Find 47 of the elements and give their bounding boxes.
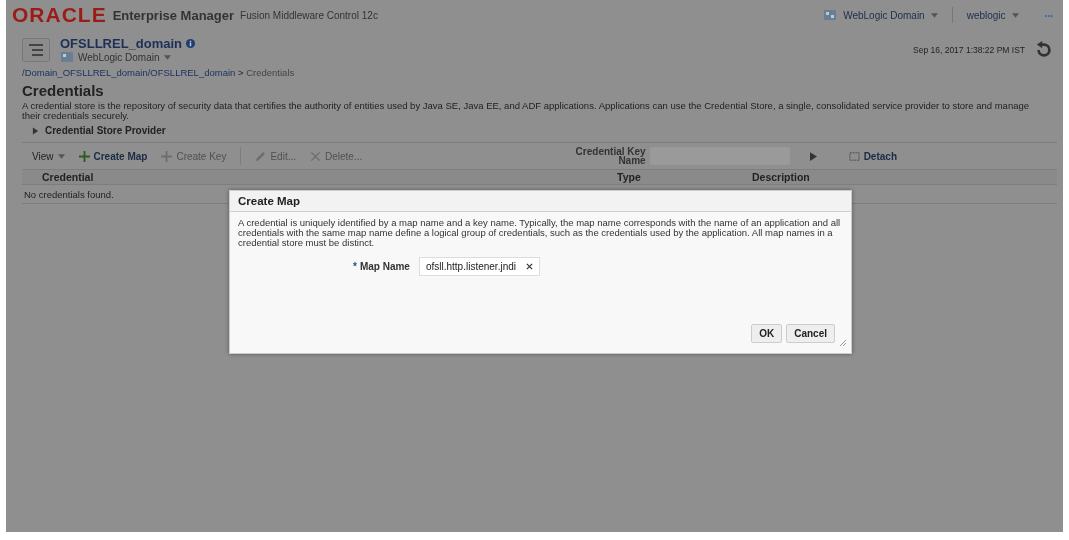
clear-icon[interactable] — [526, 263, 533, 270]
cross-icon — [310, 150, 321, 162]
domain-menu[interactable]: WebLogic Domain — [843, 9, 925, 21]
timestamp: Sep 16, 2017 1:38:22 PM IST — [913, 44, 1025, 55]
expand-icon — [32, 126, 39, 135]
target-type-menu[interactable]: WebLogic Domain — [78, 51, 160, 63]
target-name: OFSLLREL_domain — [60, 36, 183, 51]
section-toggle[interactable]: Credential Store Provider — [32, 125, 1063, 136]
plus-icon — [78, 150, 90, 162]
domain-icon — [60, 51, 74, 63]
column-header[interactable]: Type — [617, 170, 752, 184]
oracle-logo: ORACLE — [12, 3, 107, 27]
dialog-button[interactable]: Cancel — [786, 324, 835, 343]
caret-icon[interactable] — [57, 153, 65, 159]
refresh-icon[interactable] — [1035, 40, 1053, 59]
caret-icon[interactable] — [1011, 12, 1019, 18]
field-label: Map Name — [359, 261, 410, 272]
caret-icon[interactable] — [930, 12, 938, 18]
detach-button[interactable]: Detach — [848, 150, 897, 162]
product-subtitle: Fusion Middleware Control 12c — [240, 9, 378, 21]
page-title: Credentials — [22, 82, 105, 99]
breadcrumb-current: Credentials — [246, 67, 295, 78]
menu-icon[interactable] — [22, 37, 50, 62]
dialog-text: A credential is uniquely identified by a map name and a key name. Typically, the map name corresponds with the name of an application and all credentials with the same map name define a logical group of credentials, such as the credentials used by the application. All map names in a credential store must be distinct. — [238, 218, 842, 248]
empty-table-text: No credentials found. — [24, 188, 114, 200]
breadcrumb-link[interactable]: /Domain_OFSLLREL_domain/OFSLLREL_domain — [22, 67, 236, 78]
column-header[interactable]: Description — [752, 170, 1057, 184]
user-menu[interactable]: weblogic — [966, 9, 1006, 21]
dialog-title: Create Map — [230, 191, 851, 212]
required-mark: * — [353, 261, 357, 272]
plus-icon — [161, 150, 173, 162]
page-description: A credential store is the repository of security data that certifies the authority of entities used by Java SE, Java EE, and ADF applications. Applications can use the Credential Store, a single, consolidated service provider to store and manage their credentials securely. — [22, 101, 1031, 121]
product-name: Enterprise Manager — [112, 7, 235, 23]
domain-icon — [823, 9, 838, 21]
view-menu[interactable]: View — [32, 150, 54, 162]
play-icon[interactable] — [809, 151, 817, 161]
caret-icon[interactable] — [163, 54, 171, 60]
detach-icon — [848, 150, 860, 162]
map-name-field[interactable]: ofsll.http.listener.jndi — [418, 257, 540, 276]
pencil-icon — [255, 150, 267, 162]
info-icon[interactable] — [186, 39, 196, 48]
search-label: Credential Key Name — [574, 147, 646, 165]
toolbar-button[interactable]: Create Map — [78, 150, 148, 162]
resize-grip-icon[interactable] — [839, 339, 847, 347]
dialog-button[interactable]: OK — [751, 324, 783, 343]
column-header[interactable]: Credential — [22, 170, 617, 184]
breadcrumb-separator: > — [238, 67, 244, 78]
